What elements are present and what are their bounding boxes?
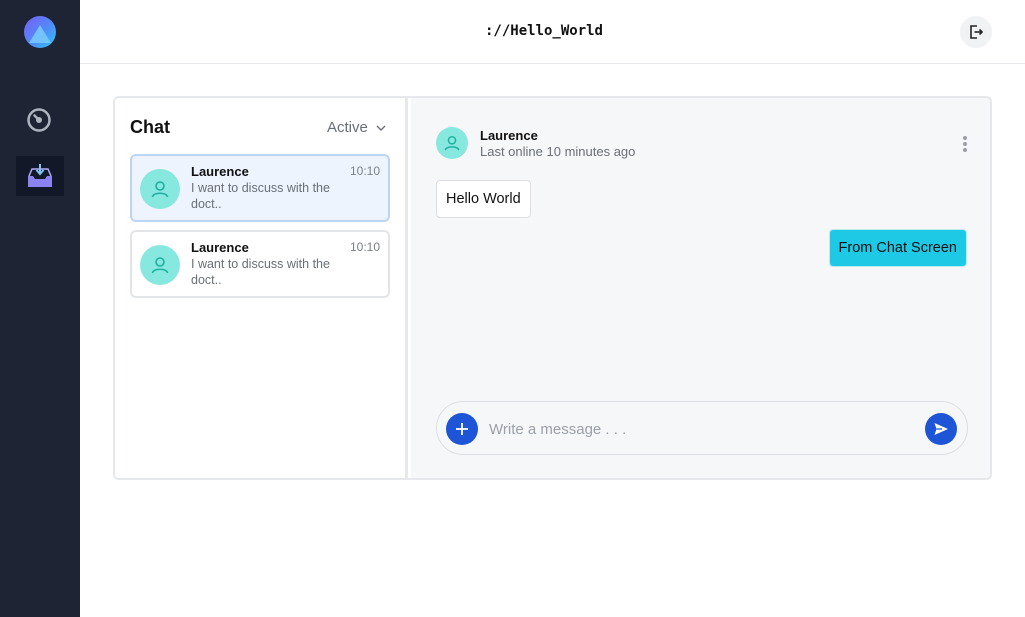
attach-button[interactable] (446, 413, 478, 445)
chat-item-preview: I want to discuss with the doct.. (191, 257, 330, 287)
status-filter-dropdown[interactable]: Active (327, 119, 386, 136)
chevron-down-icon (376, 125, 386, 131)
message-composer (436, 401, 968, 455)
message-outgoing: From Chat Screen (828, 229, 967, 267)
plus-icon (456, 423, 468, 435)
chat-list-item[interactable]: Laurence 10:10 I want to discuss with th… (130, 154, 390, 222)
user-icon (444, 135, 460, 151)
sidebar-item-inbox[interactable] (16, 156, 64, 196)
message-incoming: Hello World (436, 180, 531, 218)
chat-item-time: 10:10 (349, 240, 380, 254)
contact-name: Laurence (480, 128, 538, 143)
send-button[interactable] (925, 413, 957, 445)
contact-avatar (436, 127, 468, 159)
app-logo[interactable] (24, 16, 56, 48)
logout-icon (970, 25, 984, 39)
chat-item-name: Laurence (191, 164, 249, 179)
more-vertical-icon (963, 136, 967, 140)
chat-panel: Chat Active Laurence 10:10 I want to dis… (113, 96, 992, 480)
user-icon (151, 257, 169, 274)
chat-list-item[interactable]: Laurence 10:10 I want to discuss with th… (130, 230, 390, 298)
chat-list-panel: Chat Active Laurence 10:10 I want to dis… (115, 98, 408, 478)
conversation-panel: Laurence Last online 10 minutes ago Hell… (411, 98, 990, 478)
chat-item-time: 10:10 (349, 164, 380, 178)
logout-button[interactable] (960, 16, 992, 48)
message-input[interactable] (489, 414, 909, 444)
contact-status: Last online 10 minutes ago (480, 144, 636, 159)
avatar (140, 169, 180, 209)
top-bar: ://Hello_World (80, 0, 1025, 64)
dashboard-icon (27, 108, 51, 132)
sidebar (0, 0, 80, 617)
status-filter-label: Active (327, 119, 368, 136)
chat-list-heading: Chat (130, 117, 170, 137)
chat-item-preview: I want to discuss with the doct.. (191, 181, 330, 211)
chat-item-name: Laurence (191, 240, 249, 255)
inbox-icon (28, 164, 52, 187)
avatar (140, 245, 180, 285)
more-options-button[interactable] (957, 134, 973, 154)
app-title: ://Hello_World (484, 23, 603, 39)
logo-mark-icon (29, 25, 51, 43)
send-icon (934, 423, 948, 435)
user-icon (151, 181, 169, 198)
sidebar-item-dashboard[interactable] (26, 107, 52, 133)
